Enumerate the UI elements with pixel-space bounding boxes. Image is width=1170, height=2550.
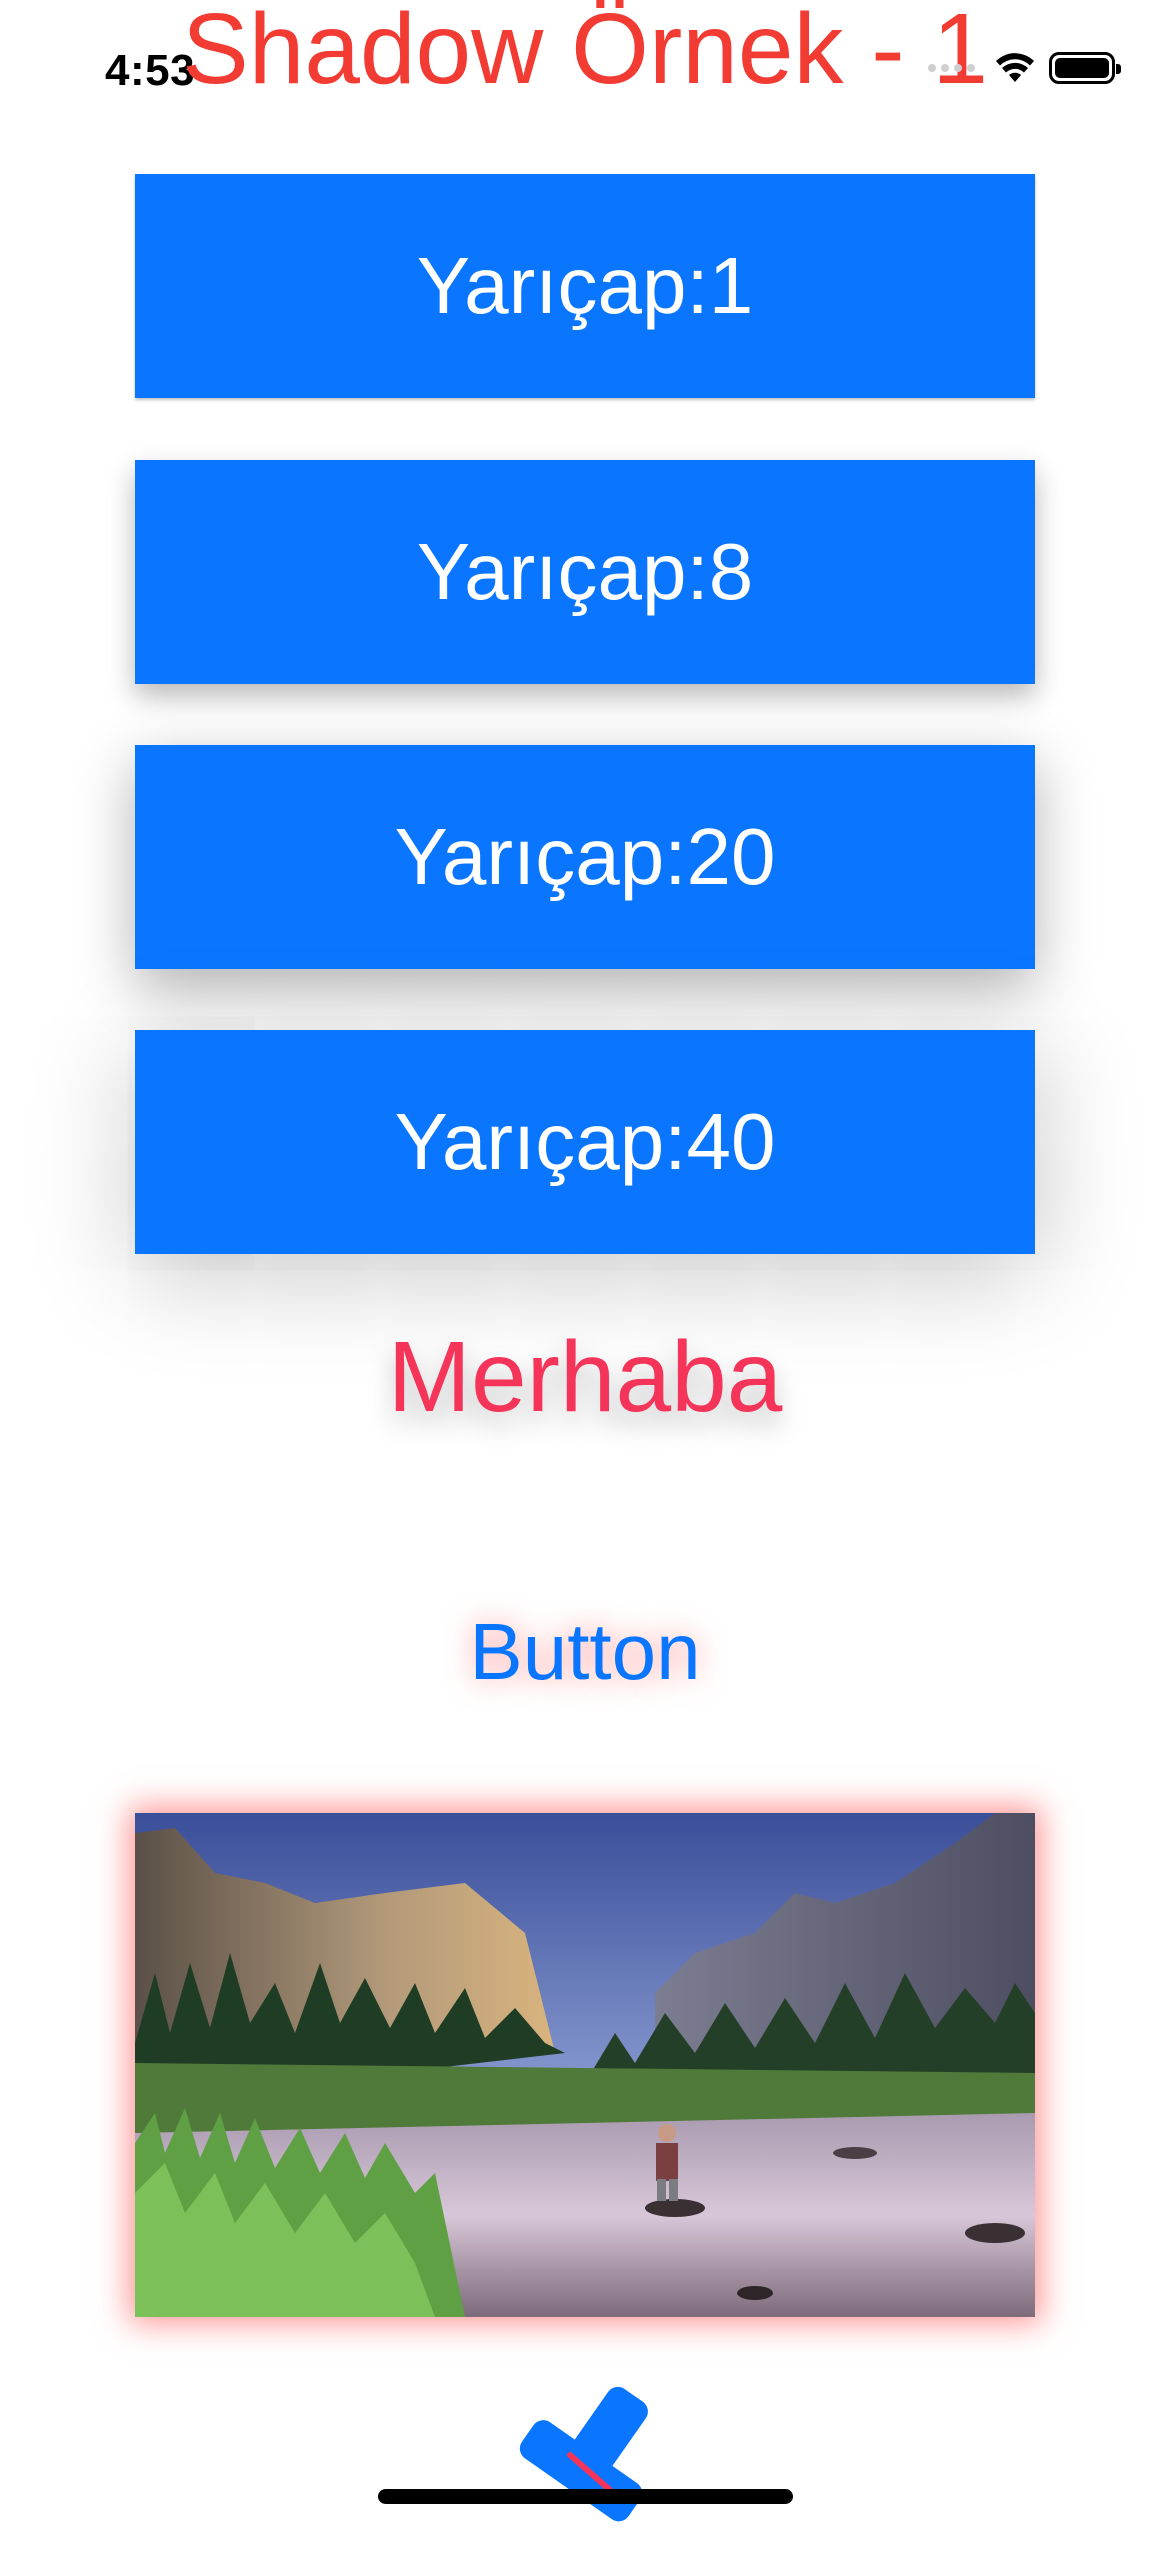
hello-label: Merhaba	[387, 1321, 783, 1433]
radius-1-button[interactable]: Yarıçap:1	[135, 174, 1035, 398]
app-logo-icon	[519, 2386, 648, 2522]
radius-8-button[interactable]: Yarıçap:8	[135, 460, 1035, 684]
radius-40-button[interactable]: Yarıçap:40	[135, 1030, 1035, 1254]
battery-icon	[1049, 52, 1121, 84]
landscape-image	[135, 1813, 1035, 2317]
wifi-icon	[996, 53, 1034, 82]
signal-icon	[928, 64, 975, 72]
text-button[interactable]: Button	[385, 1605, 785, 1699]
home-indicator[interactable]	[378, 2489, 793, 2504]
radius-20-button[interactable]: Yarıçap:20	[135, 745, 1035, 969]
status-icons	[928, 52, 1121, 84]
